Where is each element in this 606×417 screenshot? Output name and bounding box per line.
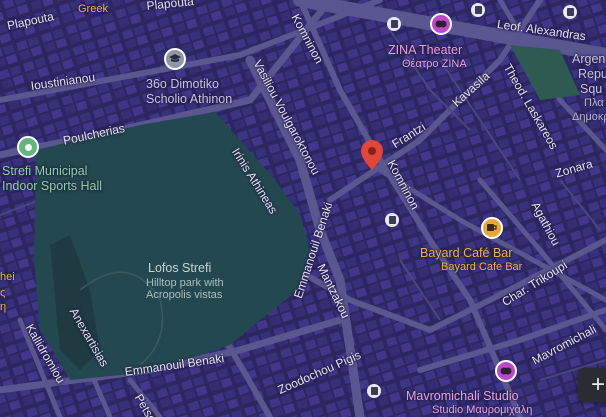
place-label-left-edge-2: ς	[0, 287, 6, 299]
bus-stop-icon[interactable]	[471, 3, 485, 17]
place-label-zina-theater-greek: Θέατρο ΖΙΝΑ	[402, 58, 467, 70]
sports-hall-icon[interactable]	[17, 136, 39, 158]
place-label-strefi-hall-line2: Indoor Sports Hall	[2, 179, 103, 193]
place-label-argentina-line1: Argen	[572, 52, 606, 66]
cafe-icon[interactable]	[481, 217, 503, 239]
location-pin-icon[interactable]	[361, 140, 383, 170]
place-label-left-edge-1: hei	[0, 271, 15, 283]
place-label-bayard-cafe: Bayard Café Bar	[420, 246, 513, 260]
place-label-mavromichali-studio: Mavromichali Studio	[406, 389, 519, 403]
place-label-lofos-sub-line2: Acropolis vistas	[146, 289, 223, 301]
place-label-left-edge-3: η	[0, 301, 7, 313]
zoom-in-button[interactable]: +	[578, 368, 606, 402]
bus-stop-icon[interactable]	[367, 384, 381, 398]
place-label-lofos-strefi: Lofos Strefi	[148, 261, 212, 275]
bus-stop-icon[interactable]	[387, 17, 401, 31]
place-label-argentina-greek2: Δημοκρ	[572, 111, 606, 123]
place-label-argentina-line3: Squ	[580, 82, 603, 96]
place-label-bayard-cafe-sub: Bayard Cafe Bar	[441, 261, 523, 273]
place-label-dimotiko-line1: 36o Dimotiko	[146, 77, 219, 91]
place-label-strefi-hall-line1: Strefi Municipal	[2, 164, 88, 178]
place-label-zina-theater: ZINA Theater	[388, 43, 463, 57]
place-label-mavromichali-studio-greek: Studio Μαυρομιχάλη	[432, 404, 533, 416]
studio-icon[interactable]	[495, 360, 517, 382]
school-icon[interactable]	[164, 48, 186, 70]
place-label-dimotiko-line2: Scholio Athinon	[146, 92, 233, 106]
bus-stop-icon[interactable]	[385, 213, 399, 227]
map-canvas[interactable]: Plapouta Plapouta Ioustinianou Poulcheri…	[0, 0, 606, 417]
theater-icon[interactable]	[430, 13, 452, 35]
place-label-lofos-sub-line1: Hilltop park with	[146, 277, 224, 289]
place-label-greek: Greek	[78, 3, 108, 15]
bus-stop-icon[interactable]	[563, 5, 577, 19]
place-label-argentina-line2: Repu	[578, 67, 606, 81]
place-label-argentina-greek1: Πλα	[584, 97, 604, 109]
